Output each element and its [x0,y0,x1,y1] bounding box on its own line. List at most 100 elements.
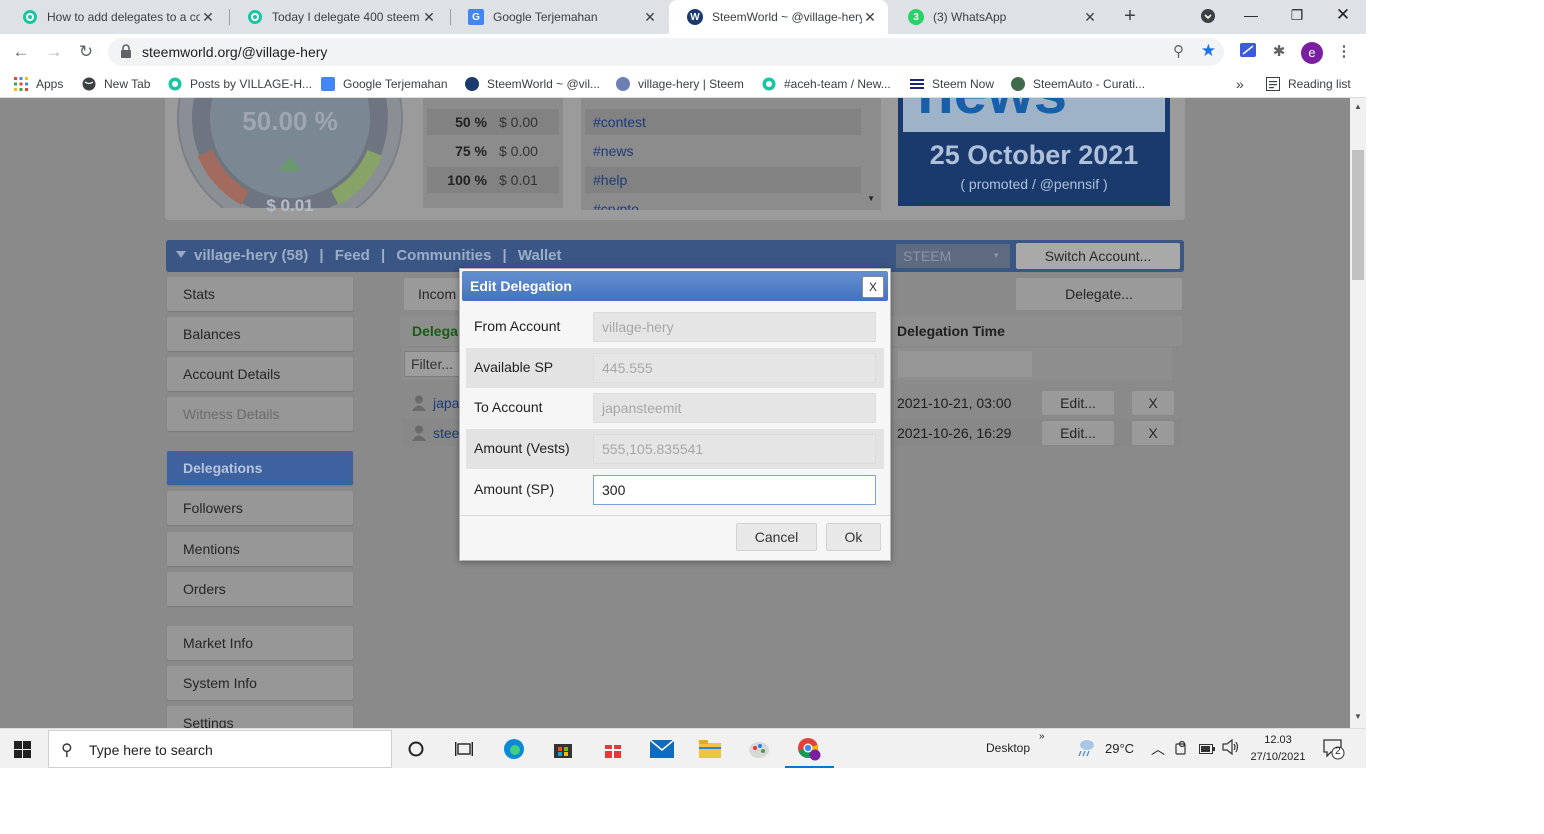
column-delegatee[interactable]: Delega [412,323,458,339]
delegate-button[interactable]: Delegate... [1016,278,1182,310]
scrollbar-thumb[interactable] [1352,150,1364,280]
file-explorer-icon[interactable] [698,737,722,761]
tag-link[interactable]: #crypto [585,196,861,210]
tag-link[interactable]: #help [585,167,861,193]
tab-google-terjemahan[interactable]: G Google Terjemahan ✕ [450,0,668,34]
bookmark-aceh-team[interactable]: #aceh-team / New... [762,76,891,92]
windows-start-icon[interactable] [14,741,31,758]
ok-button[interactable]: Ok [826,523,881,551]
zoom-icon[interactable]: ⚲ [1173,42,1184,60]
sidebar-item-mentions[interactable]: Mentions [167,532,353,566]
paint-icon[interactable] [747,737,771,761]
taskbar-search-box[interactable]: ⚲ Type here to search [48,730,392,768]
extensions-puzzle-icon[interactable]: ✱ [1269,42,1289,62]
close-tab-icon[interactable]: ✕ [421,9,437,26]
currency-select[interactable]: STEEM ▼ [896,244,1010,268]
reload-icon[interactable]: ↻ [76,42,96,62]
scroll-down-icon[interactable]: ▼ [1350,712,1366,726]
reading-list[interactable]: Reading list [1266,76,1351,92]
account-menu-caret-icon[interactable] [176,251,186,258]
filter-input[interactable]: Filter... [404,351,464,377]
incoming-tab[interactable]: Incom [404,278,464,310]
restore-icon[interactable]: ❐ [1274,0,1320,30]
bookmarks-overflow-icon[interactable]: » [1236,76,1244,92]
cast-extension-icon[interactable] [1238,42,1258,62]
close-window-icon[interactable]: ✕ [1320,0,1366,30]
cancel-button[interactable]: Cancel [736,523,817,551]
tab-today-i-delegate[interactable]: Today I delegate 400 steem to ✕ [229,0,447,34]
tray-chevron-up-icon[interactable]: ︿ [1151,739,1165,759]
close-tab-icon[interactable]: ✕ [1082,9,1098,26]
gift-app-icon[interactable] [601,737,625,761]
tab-search-icon[interactable] [1185,0,1231,30]
sidebar-item-witness-details[interactable]: Witness Details [167,397,353,431]
switch-account-button[interactable]: Switch Account... [1016,243,1180,269]
tag-link[interactable]: #contest [585,109,861,135]
delegatee-name[interactable]: japa [433,395,459,411]
menu-kebab-icon[interactable]: ⋮ [1334,42,1354,62]
tag-link[interactable]: #news [585,138,861,164]
system-clock[interactable]: 12.03 27/10/2021 [1249,732,1307,766]
desktop-toolbar[interactable]: Desktop [986,741,1030,755]
battery-icon[interactable] [1199,742,1215,757]
delegatee-name[interactable]: stee [433,425,459,441]
address-bar[interactable]: steemworld.org/@village-hery ⚲ ★ [108,38,1224,66]
bookmark-star-icon[interactable]: ★ [1201,41,1216,61]
amount-sp-input[interactable]: 300 [593,475,876,505]
notifications-icon[interactable] [1323,738,1345,763]
scroll-up-icon[interactable]: ▲ [1350,102,1366,116]
sidebar-item-delegations[interactable]: Delegations [167,451,353,485]
feed-link[interactable]: Feed [335,247,370,264]
remove-delegation-button[interactable]: X [1132,391,1174,415]
weather-rain-icon[interactable] [1076,739,1096,760]
sidebar-item-system-info[interactable]: System Info [167,666,353,700]
bookmark-posts-by-village-hery[interactable]: Posts by VILLAGE-H... [168,76,312,92]
sidebar-item-account-details[interactable]: Account Details [167,357,353,391]
new-tab-icon[interactable]: + [1120,6,1140,26]
remove-delegation-button[interactable]: X [1132,421,1174,445]
weather-temp[interactable]: 29°C [1105,741,1134,756]
communities-link[interactable]: Communities [396,247,491,264]
desktop-chevron-icon[interactable]: » [1039,731,1045,742]
task-view-icon[interactable] [452,737,476,761]
tab-whatsapp[interactable]: 3 (3) WhatsApp ✕ [890,0,1108,34]
edit-delegation-button[interactable]: Edit... [1042,391,1114,415]
forward-icon[interactable]: → [44,42,64,62]
meet-now-icon[interactable] [1175,740,1189,759]
column-delegation-time[interactable]: Delegation Time [897,323,1005,339]
news-banner[interactable]: news 25 October 2021 ( promoted / @penns… [898,98,1170,206]
filter-time-input[interactable] [898,351,1032,377]
account-link[interactable]: village-hery (58) [194,247,308,264]
close-tab-icon[interactable]: ✕ [200,9,216,26]
wallet-link[interactable]: Wallet [518,247,562,264]
tab-how-to-add-delegates[interactable]: How to add delegates to a co ✕ [4,0,226,34]
profile-avatar[interactable]: e [1301,42,1323,64]
bookmark-steem-now[interactable]: Steem Now [910,76,994,92]
bookmark-google-terjemahan[interactable]: Google Terjemahan [321,76,448,92]
tab-steemworld[interactable]: W SteemWorld ~ @village-hery ✕ [669,0,888,34]
edge-browser-icon[interactable] [502,737,526,761]
close-tab-icon[interactable]: ✕ [862,9,878,26]
bookmark-new-tab[interactable]: New Tab [82,76,150,92]
bookmark-apps[interactable]: Apps [14,76,63,92]
bookmark-steemauto[interactable]: SteemAuto - Curati... [1011,76,1145,92]
cortana-icon[interactable] [404,737,428,761]
bookmark-steemworld[interactable]: SteemWorld ~ @vil... [465,76,600,92]
sidebar-item-orders[interactable]: Orders [167,572,353,606]
sidebar-item-followers[interactable]: Followers [167,491,353,525]
scroll-down-arrow-icon[interactable]: ▼ [867,194,875,203]
close-tab-icon[interactable]: ✕ [642,9,658,26]
microsoft-store-icon[interactable] [551,737,575,761]
edit-delegation-button[interactable]: Edit... [1042,421,1114,445]
mail-icon[interactable] [650,737,674,761]
dialog-close-button[interactable]: X [862,276,884,298]
chrome-icon[interactable] [797,737,821,761]
sidebar-item-settings[interactable]: Settings [167,706,353,728]
sidebar-item-market-info[interactable]: Market Info [167,626,353,660]
minimize-icon[interactable]: — [1228,0,1274,30]
volume-icon[interactable] [1222,738,1240,758]
back-icon[interactable]: ← [11,42,31,62]
sidebar-item-stats[interactable]: Stats [167,277,353,311]
page-scrollbar[interactable]: ▲ ▼ [1350,98,1366,728]
bookmark-village-hery-steem[interactable]: village-hery | Steem [616,76,744,92]
